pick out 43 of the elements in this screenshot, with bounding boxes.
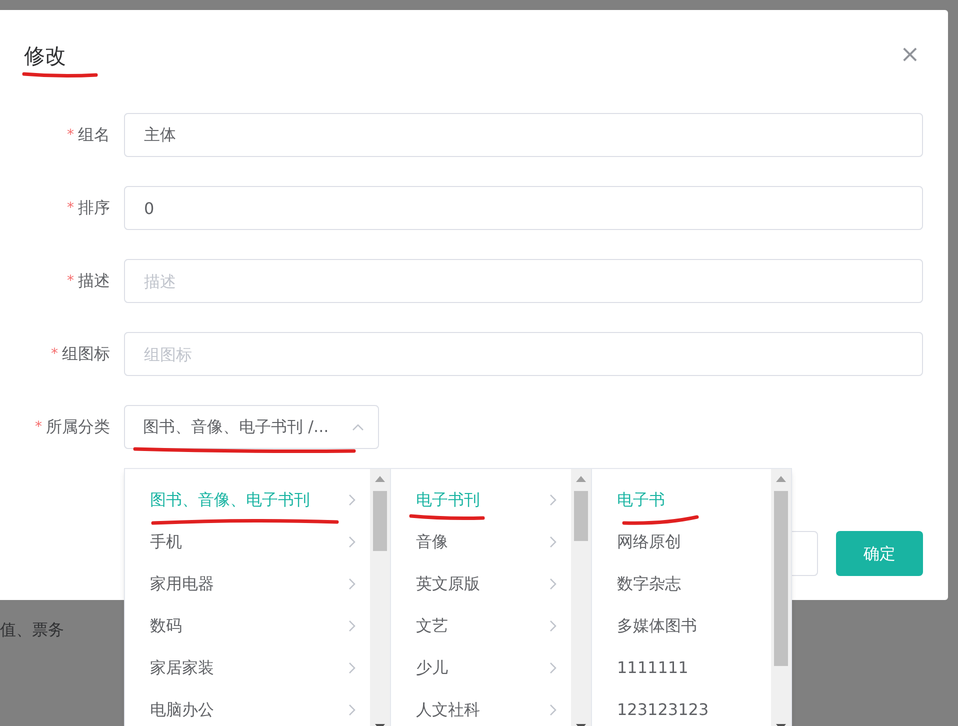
cascader-option[interactable]: 数码	[125, 605, 370, 647]
scroll-thumb[interactable]	[574, 491, 588, 541]
input-field[interactable]: 主体	[124, 113, 923, 157]
scroll-up-icon[interactable]	[375, 476, 385, 482]
cascader-option[interactable]: 少儿	[391, 647, 571, 689]
cascader-option[interactable]: 英文原版	[391, 563, 571, 605]
cascader-option[interactable]: 手机	[125, 521, 370, 563]
cascader-option[interactable]: 1111111	[592, 647, 771, 689]
field-label: 描述	[78, 270, 110, 292]
cascader-option[interactable]: 123123123	[592, 689, 771, 726]
input-field[interactable]: 描述	[124, 259, 923, 303]
field-label: 排序	[78, 197, 110, 219]
scrollbar[interactable]	[771, 469, 791, 726]
close-button[interactable]: ×	[900, 42, 920, 66]
required-mark: *	[67, 126, 74, 144]
field-label: 组图标	[62, 343, 110, 365]
caret-up-icon	[352, 423, 364, 431]
background-text: 值、票务	[0, 620, 64, 639]
scroll-thumb[interactable]	[774, 491, 788, 666]
cascader-option[interactable]: 多媒体图书	[592, 605, 771, 647]
required-mark: *	[35, 418, 42, 436]
cascader-option[interactable]: 数字杂志	[592, 563, 771, 605]
required-mark: *	[67, 198, 74, 218]
scrollbar[interactable]	[571, 469, 591, 726]
category-select[interactable]: 图书、音像、电子书刊 /...	[124, 405, 379, 449]
cascader-option[interactable]: 人文社科	[391, 689, 571, 726]
cascader-option[interactable]: 家用电器	[125, 563, 370, 605]
cascader-option[interactable]: 电脑办公	[125, 689, 370, 726]
input-field[interactable]: 0	[124, 186, 923, 230]
cascader-option[interactable]: 网络原创	[592, 521, 771, 563]
cascader-option[interactable]: 家居家装	[125, 647, 370, 689]
required-mark: *	[51, 344, 58, 364]
field-label: 组名	[78, 124, 110, 146]
dialog-title: 修改	[24, 43, 66, 70]
scroll-up-icon[interactable]	[576, 476, 586, 482]
input-field[interactable]: 组图标	[124, 332, 923, 376]
scrollbar[interactable]	[370, 469, 390, 726]
scroll-thumb[interactable]	[373, 491, 387, 551]
cascader-option[interactable]: 音像	[391, 521, 571, 563]
scroll-up-icon[interactable]	[776, 476, 786, 482]
required-mark: *	[67, 272, 74, 290]
cascader-option[interactable]: 文艺	[391, 605, 571, 647]
field-label: 所属分类	[46, 416, 110, 438]
